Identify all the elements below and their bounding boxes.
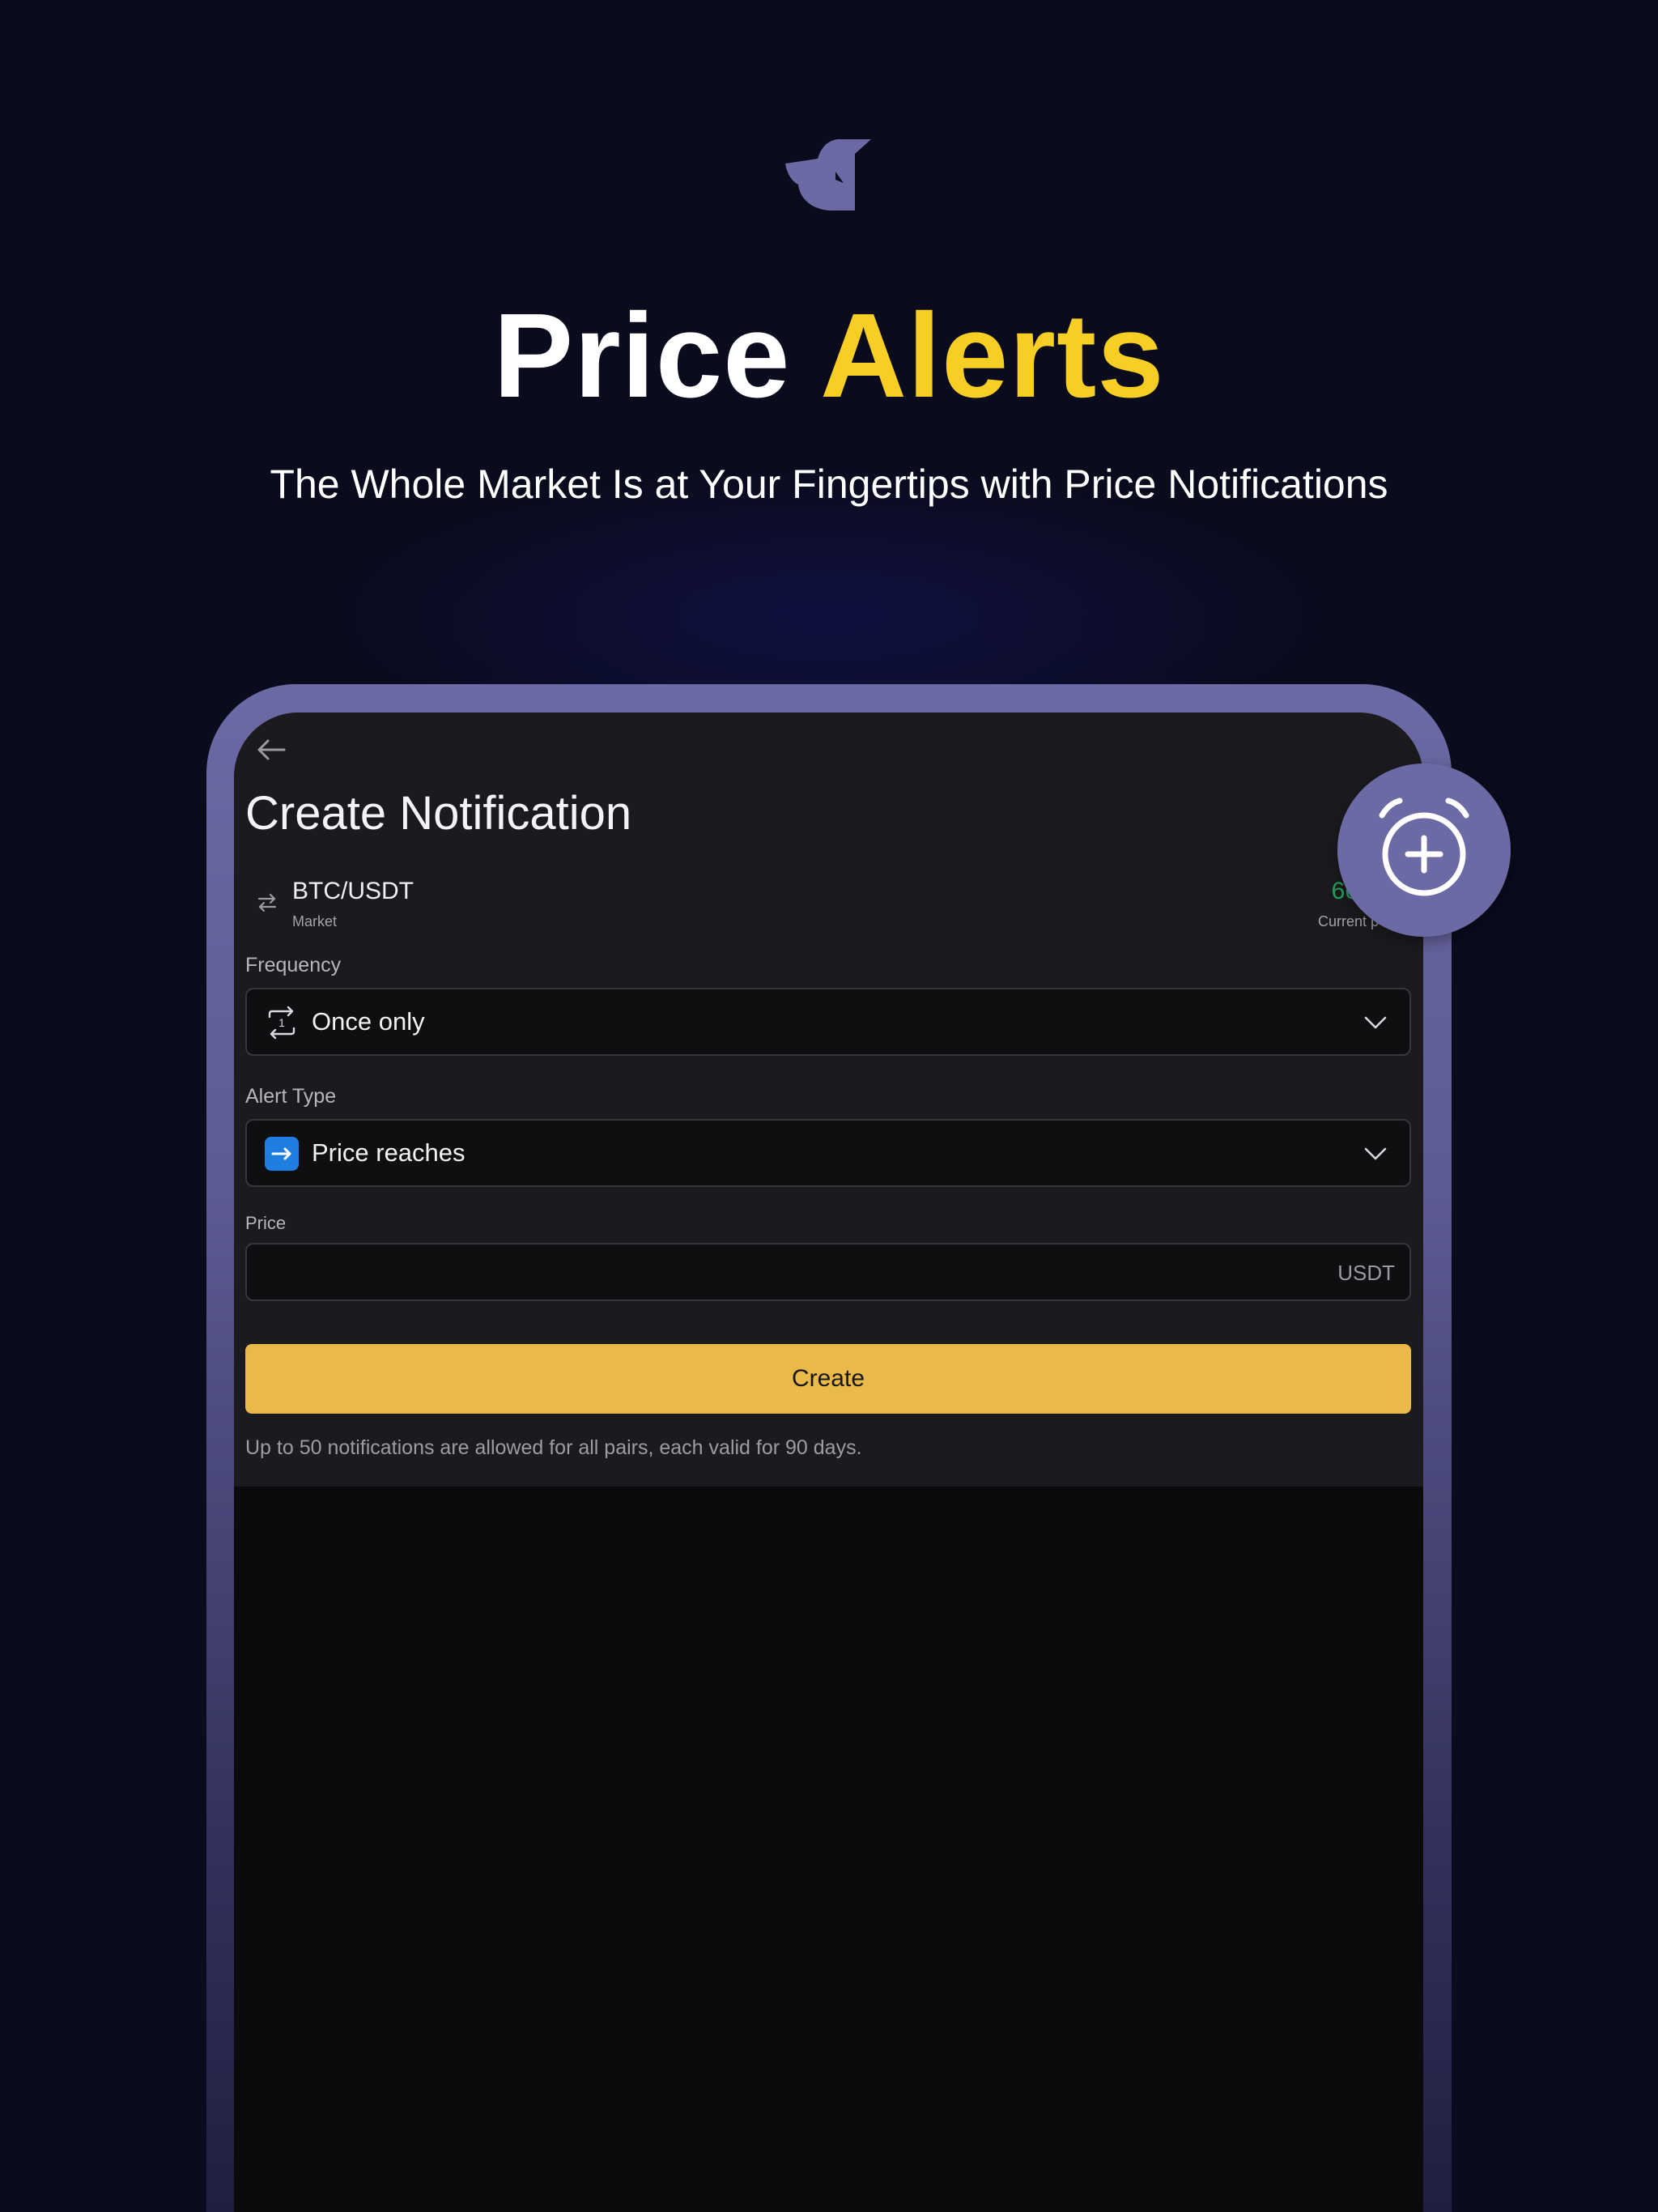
create-notification-panel: Create Notification BTC/USDT Market 66,5… bbox=[234, 713, 1423, 1487]
price-input[interactable]: USDT bbox=[245, 1243, 1411, 1301]
hero-title-accent: Alerts bbox=[820, 289, 1165, 423]
page: Price Alerts The Whole Market Is at Your… bbox=[0, 0, 1658, 2212]
frequency-value: Once only bbox=[312, 1007, 425, 1036]
swap-arrows-icon[interactable] bbox=[257, 892, 278, 913]
back-arrow-icon[interactable] bbox=[255, 737, 287, 763]
hero-subtitle: The Whole Market Is at Your Fingertips w… bbox=[270, 462, 1388, 507]
page-title: Create Notification bbox=[245, 787, 632, 840]
alert-type-label: Alert Type bbox=[245, 1085, 337, 1108]
device-screen: Create Notification BTC/USDT Market 66,5… bbox=[234, 713, 1423, 2212]
price-unit: USDT bbox=[1337, 1261, 1395, 1285]
arrow-right-icon bbox=[265, 1137, 299, 1171]
pair-name: BTC/USDT bbox=[292, 878, 414, 904]
svg-text:1: 1 bbox=[278, 1016, 285, 1029]
repeat-once-icon: 1 bbox=[268, 1006, 295, 1040]
pair-market-label: Market bbox=[292, 913, 338, 929]
chevron-down-icon bbox=[1364, 1147, 1387, 1160]
create-button[interactable]: Create bbox=[245, 1344, 1411, 1414]
hero-title-main: Price bbox=[493, 289, 791, 423]
alarm-clock-plus-icon bbox=[1379, 798, 1469, 896]
alert-type-select[interactable]: Price reaches bbox=[245, 1119, 1411, 1187]
alert-type-value: Price reaches bbox=[312, 1138, 466, 1167]
alarm-badge bbox=[1337, 764, 1511, 937]
frequency-select[interactable]: 1 Once only bbox=[245, 988, 1411, 1056]
hero-title: Price Alerts bbox=[0, 291, 1658, 421]
price-label: Price bbox=[245, 1213, 287, 1233]
limit-hint: Up to 50 notifications are allowed for a… bbox=[245, 1436, 862, 1459]
pair-row[interactable]: BTC/USDT Market 66,5 Current p bbox=[245, 874, 1411, 939]
bird-logo-icon bbox=[785, 139, 871, 211]
chevron-down-icon bbox=[1364, 1016, 1387, 1029]
frequency-label: Frequency bbox=[245, 954, 342, 976]
